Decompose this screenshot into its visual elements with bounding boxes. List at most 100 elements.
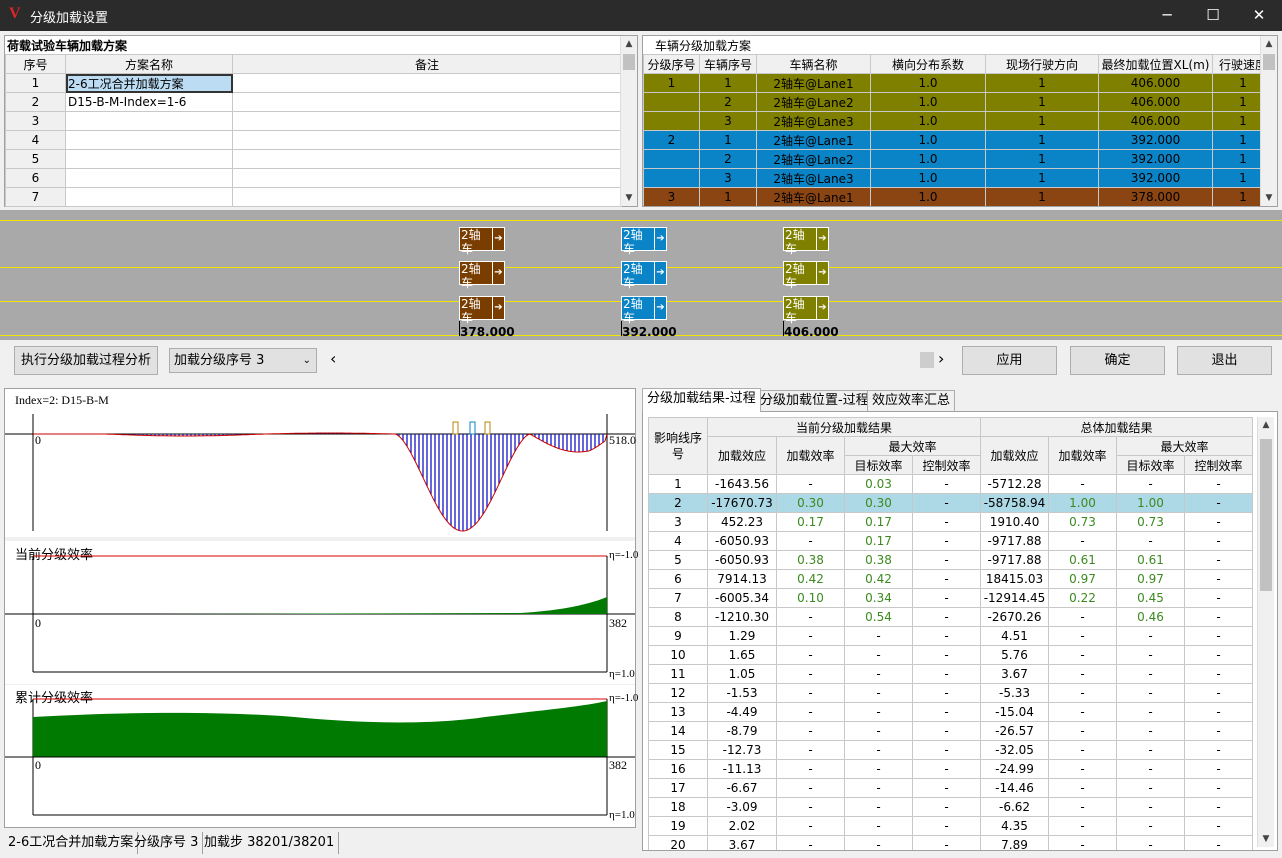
- vehicle-cell[interactable]: 2轴车@Lane2: [756, 92, 871, 112]
- result-cell[interactable]: 1: [648, 474, 708, 494]
- maximize-button[interactable]: ☐: [1190, 0, 1236, 31]
- vehicle-cell[interactable]: 1: [985, 149, 1099, 169]
- result-cell[interactable]: -: [1116, 664, 1186, 684]
- result-cell[interactable]: -: [911, 664, 982, 684]
- result-cell[interactable]: 452.23: [707, 512, 777, 532]
- result-cell[interactable]: 3.67: [707, 835, 777, 850]
- scroll-thumb[interactable]: [623, 54, 635, 70]
- result-cell[interactable]: 4.51: [980, 626, 1050, 646]
- table-row[interactable]: 6 7914.13 0.42 0.42-18415.03 0.97 0.97-: [648, 569, 1254, 589]
- result-cell[interactable]: 0.30: [776, 493, 845, 513]
- vehicle-row[interactable]: 3 2轴车@Lane3 1.0 1 392.000 1: [643, 168, 1274, 188]
- result-cell[interactable]: 7914.13: [707, 569, 777, 589]
- vehicle-cell[interactable]: 1: [985, 111, 1099, 131]
- scroll-thumb[interactable]: [1263, 54, 1275, 70]
- result-cell[interactable]: -: [776, 835, 845, 850]
- table-row[interactable]: 3 452.23 0.17 0.17-1910.40 0.73 0.73-: [648, 512, 1254, 532]
- vehicle-cell[interactable]: [643, 149, 700, 169]
- result-cell[interactable]: -4.49: [707, 702, 777, 722]
- result-cell[interactable]: -: [1184, 740, 1254, 760]
- result-cell[interactable]: -: [1116, 740, 1186, 760]
- result-cell[interactable]: 20: [648, 835, 708, 850]
- vehicle-cell[interactable]: 2轴车@Lane3: [756, 168, 871, 188]
- result-cell[interactable]: -: [1184, 550, 1254, 570]
- vehicle-cell[interactable]: 1: [699, 130, 757, 150]
- vehicle-row[interactable]: 2 1 2轴车@Lane1 1.0 1 392.000 1: [643, 130, 1274, 150]
- result-cell[interactable]: 3.67: [980, 664, 1050, 684]
- result-cell[interactable]: 0.42: [776, 569, 845, 589]
- result-cell[interactable]: 0.97: [1116, 569, 1186, 589]
- result-cell[interactable]: -: [1048, 759, 1118, 779]
- result-cell[interactable]: -: [844, 759, 913, 779]
- result-cell[interactable]: -: [911, 816, 982, 836]
- table-row[interactable]: 3: [5, 111, 622, 131]
- result-cell[interactable]: 2.02: [707, 816, 777, 836]
- result-cell[interactable]: -: [844, 683, 913, 703]
- table-row[interactable]: 1 2-6工况合并加载方案: [5, 73, 622, 93]
- vehicle-icon[interactable]: 2轴车 ➔: [621, 296, 667, 325]
- result-cell[interactable]: 4.35: [980, 816, 1050, 836]
- result-cell[interactable]: -: [776, 664, 845, 684]
- result-cell[interactable]: -: [776, 626, 845, 646]
- result-cell[interactable]: 0.34: [844, 588, 913, 608]
- vehicle-cell[interactable]: 406.000: [1098, 92, 1213, 112]
- result-cell[interactable]: -5.33: [980, 683, 1050, 703]
- result-cell[interactable]: 19: [648, 816, 708, 836]
- vehicle-cell[interactable]: 2轴车@Lane1: [756, 187, 871, 206]
- scroll-right-icon[interactable]: ›: [938, 350, 944, 368]
- result-cell[interactable]: 0.45: [1116, 588, 1186, 608]
- col-header-target[interactable]: 目标效率: [1116, 455, 1186, 475]
- result-cell[interactable]: -: [1184, 759, 1254, 779]
- vehicle-cell[interactable]: 1: [985, 130, 1099, 150]
- result-cell[interactable]: 0.42: [844, 569, 913, 589]
- vehicle-icon[interactable]: 2轴车 ➔: [459, 227, 505, 256]
- col-header-index[interactable]: 序号: [5, 54, 66, 74]
- vehicle-row[interactable]: 1 1 2轴车@Lane1 1.0 1 406.000 1: [643, 73, 1274, 93]
- result-cell[interactable]: 0.73: [1048, 512, 1118, 532]
- col-header-influence-line[interactable]: 影响线序号: [648, 417, 708, 475]
- vehicle-cell[interactable]: 1: [699, 73, 757, 93]
- result-cell[interactable]: -: [844, 835, 913, 850]
- table-row[interactable]: 1 -1643.56-0.03- -5712.28- - -: [648, 474, 1254, 494]
- result-cell[interactable]: 0.38: [844, 550, 913, 570]
- result-cell[interactable]: -: [1048, 683, 1118, 703]
- scroll-down-icon[interactable]: ▼: [1261, 190, 1277, 206]
- result-cell[interactable]: -: [1116, 474, 1186, 494]
- table-row[interactable]: 9 1.29- - -4.51- - -: [648, 626, 1254, 646]
- vehicle-cell[interactable]: 1.0: [870, 187, 986, 206]
- vehicle-icon[interactable]: 2轴车 ➔: [783, 296, 829, 325]
- vehicle-cell[interactable]: 2轴车@Lane1: [756, 73, 871, 93]
- table-row[interactable]: 14 -8.79- - - -26.57- - -: [648, 721, 1254, 741]
- result-cell[interactable]: -: [1184, 531, 1254, 551]
- result-cell[interactable]: -: [776, 797, 845, 817]
- vehicle-icon[interactable]: 2轴车 ➔: [783, 227, 829, 256]
- result-cell[interactable]: -: [1184, 569, 1254, 589]
- result-cell[interactable]: -: [1184, 664, 1254, 684]
- vehicle-col-header[interactable]: 横向分布系数: [870, 54, 986, 74]
- result-cell[interactable]: -: [1048, 626, 1118, 646]
- result-cell[interactable]: -: [1116, 702, 1186, 722]
- result-cell[interactable]: -: [1048, 664, 1118, 684]
- result-cell[interactable]: 0.38: [776, 550, 845, 570]
- result-cell[interactable]: -: [1184, 474, 1254, 494]
- result-cell[interactable]: 5: [648, 550, 708, 570]
- scheme-scrollbar[interactable]: ▲ ▼: [620, 36, 637, 206]
- vehicle-cell[interactable]: 406.000: [1098, 111, 1213, 131]
- vehicle-row[interactable]: 3 2轴车@Lane3 1.0 1 406.000 1: [643, 111, 1274, 131]
- apply-button[interactable]: 应用: [962, 346, 1057, 375]
- result-cell[interactable]: 1.05: [707, 664, 777, 684]
- scheme-index-cell[interactable]: 1: [5, 73, 66, 93]
- result-cell[interactable]: -: [844, 740, 913, 760]
- result-cell[interactable]: 18: [648, 797, 708, 817]
- result-cell[interactable]: -: [911, 835, 982, 850]
- result-cell[interactable]: -: [1116, 778, 1186, 798]
- result-cell[interactable]: -: [1116, 759, 1186, 779]
- result-cell[interactable]: -: [911, 759, 982, 779]
- scheme-name-cell[interactable]: [65, 111, 233, 131]
- result-cell[interactable]: -: [1116, 645, 1186, 665]
- result-cell[interactable]: -11.13: [707, 759, 777, 779]
- minimize-button[interactable]: ─: [1144, 0, 1190, 31]
- result-cell[interactable]: -: [844, 664, 913, 684]
- result-cell[interactable]: 1.00: [1048, 493, 1118, 513]
- vehicle-icon[interactable]: 2轴车 ➔: [621, 261, 667, 290]
